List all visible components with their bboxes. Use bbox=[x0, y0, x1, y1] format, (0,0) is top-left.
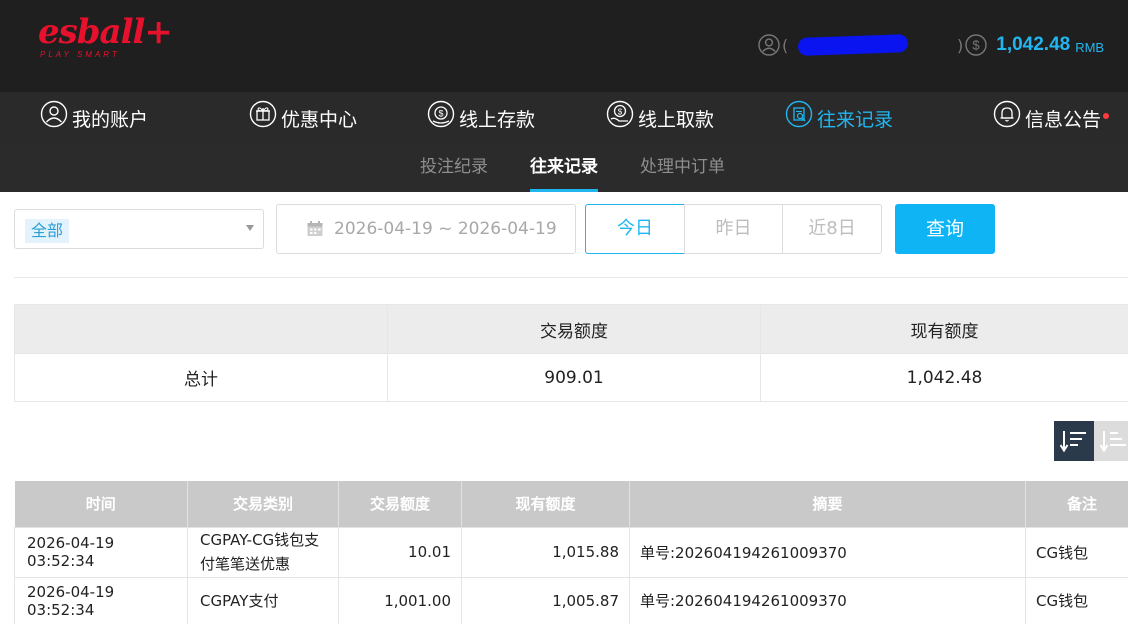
header-note: 备注 bbox=[1025, 481, 1128, 527]
nav-label: 优惠中心 bbox=[281, 108, 358, 131]
user-icon bbox=[40, 100, 68, 128]
nav-deposit[interactable]: $ 线上存款 bbox=[427, 92, 535, 142]
user-info[interactable]: ( bbox=[758, 33, 909, 57]
bell-icon bbox=[993, 100, 1021, 128]
esball-logo[interactable]: esball+ PLAY SMART bbox=[38, 12, 173, 64]
cell-summary: 单号:202604194261009370 bbox=[629, 526, 1026, 578]
wallet-balance: ) $ 1,042.48 RMB bbox=[955, 33, 1104, 57]
summary-header-balance: 现有额度 bbox=[760, 304, 1128, 354]
sort-ascending-icon bbox=[1100, 431, 1126, 453]
balance-currency: RMB bbox=[1075, 39, 1105, 55]
cell-type: CGPAY支付 bbox=[187, 576, 339, 624]
summary-table: 交易额度 现有额度 总计 909.01 1,042.48 bbox=[14, 304, 1128, 402]
calendar-icon bbox=[307, 221, 323, 236]
sub-nav: 投注纪录 往来记录 处理中订单 bbox=[0, 142, 1128, 192]
svg-text:$: $ bbox=[438, 109, 443, 119]
summary-total-transaction: 909.01 bbox=[387, 353, 761, 402]
range-today-button[interactable]: 今日 bbox=[585, 204, 685, 254]
paren-close: ) bbox=[957, 35, 964, 55]
header-time: 时间 bbox=[14, 481, 188, 527]
header-summary: 摘要 bbox=[629, 481, 1026, 527]
nav-label: 线上取款 bbox=[638, 108, 715, 131]
cell-time: 2026-04-19 03:52:34 bbox=[14, 576, 188, 624]
logo-wordmark: esball+ bbox=[38, 12, 173, 52]
cell-note: CG钱包 bbox=[1025, 576, 1128, 624]
summary-total-label: 总计 bbox=[14, 353, 388, 402]
summary-header-transaction: 交易额度 bbox=[387, 304, 761, 354]
sort-ascending-button[interactable] bbox=[1094, 421, 1128, 461]
query-button[interactable]: 查询 bbox=[895, 204, 995, 254]
divider bbox=[14, 277, 1128, 278]
nav-promotions[interactable]: 优惠中心 bbox=[249, 92, 357, 142]
withdraw-icon: $ bbox=[606, 100, 634, 128]
range-last8days-button[interactable]: 近8日 bbox=[782, 204, 882, 254]
cell-amount: 1,001.00 bbox=[338, 576, 462, 624]
sort-descending-button[interactable] bbox=[1054, 421, 1094, 461]
nav-records[interactable]: 往来记录 bbox=[785, 92, 893, 142]
top-header: esball+ PLAY SMART ( ) $ 1,042.48 RMB bbox=[0, 0, 1128, 92]
header-type: 交易类别 bbox=[187, 481, 339, 527]
cell-amount: 10.01 bbox=[338, 526, 462, 578]
nav-label: 我的账户 bbox=[72, 108, 149, 131]
cell-summary: 单号:202604194261009370 bbox=[629, 576, 1026, 624]
nav-label: 往来记录 bbox=[817, 108, 894, 131]
summary-header-row: 交易额度 现有额度 bbox=[14, 304, 1128, 354]
header-balance: 现有额度 bbox=[461, 481, 630, 527]
caret-down-icon bbox=[246, 225, 254, 231]
notification-dot bbox=[1103, 112, 1110, 119]
svg-text:$: $ bbox=[973, 38, 981, 53]
nav-label-text: 信息公告 bbox=[1025, 108, 1102, 131]
date-range-value: 2026-04-19 ~ 2026-04-19 bbox=[334, 219, 557, 239]
gift-icon bbox=[249, 100, 277, 128]
user-icon bbox=[758, 34, 780, 56]
deposit-icon: $ bbox=[427, 100, 455, 128]
records-header-row: 时间 交易类别 交易额度 现有额度 摘要 备注 bbox=[14, 481, 1128, 527]
nav-withdraw[interactable]: $ 线上取款 bbox=[606, 92, 714, 142]
cell-balance: 1,005.87 bbox=[461, 576, 630, 624]
type-select[interactable]: 全部 bbox=[14, 209, 264, 249]
nav-label: 信息公告 bbox=[1025, 105, 1110, 132]
tab-pending-orders[interactable]: 处理中订单 bbox=[640, 142, 725, 192]
date-range-picker[interactable]: 2026-04-19 ~ 2026-04-19 bbox=[276, 204, 576, 254]
paren-open: ( bbox=[782, 35, 789, 55]
summary-total-balance: 1,042.48 bbox=[760, 353, 1128, 402]
nav-label: 线上存款 bbox=[459, 108, 536, 131]
table-row: 2026-04-19 03:52:34 CGPAY支付 1,001.00 1,0… bbox=[14, 576, 1128, 624]
tab-bet-records[interactable]: 投注纪录 bbox=[420, 142, 488, 192]
header-amount: 交易额度 bbox=[338, 481, 462, 527]
sort-descending-icon bbox=[1060, 431, 1086, 453]
cell-balance: 1,015.88 bbox=[461, 526, 630, 578]
table-row: 2026-04-19 03:52:34 CGPAY-CG钱包支付笔笔送优惠 10… bbox=[14, 526, 1128, 578]
nav-announcements[interactable]: 信息公告 bbox=[993, 92, 1110, 142]
range-yesterday-button[interactable]: 昨日 bbox=[684, 204, 783, 254]
nav-my-account[interactable]: 我的账户 bbox=[40, 92, 148, 142]
svg-text:$: $ bbox=[618, 108, 623, 117]
main-nav: 我的账户 优惠中心 $ 线上存款 $ 线上取款 往来记录 信息公告 bbox=[0, 92, 1128, 142]
cell-note: CG钱包 bbox=[1025, 526, 1128, 578]
balance-amount: 1,042.48 bbox=[996, 34, 1071, 55]
cell-type: CGPAY-CG钱包支付笔笔送优惠 bbox=[187, 526, 339, 578]
records-icon bbox=[785, 100, 813, 128]
coin-icon: $ bbox=[965, 34, 987, 56]
cell-time: 2026-04-19 03:52:34 bbox=[14, 526, 188, 578]
redacted-username bbox=[797, 34, 909, 56]
tab-transactions[interactable]: 往来记录 bbox=[530, 142, 598, 192]
summary-header-blank bbox=[14, 304, 388, 354]
selected-type-tag: 全部 bbox=[25, 219, 70, 243]
records-table: 时间 交易类别 交易额度 现有额度 摘要 备注 2026-04-19 03:52… bbox=[14, 481, 1128, 624]
summary-total-row: 总计 909.01 1,042.48 bbox=[14, 353, 1128, 402]
